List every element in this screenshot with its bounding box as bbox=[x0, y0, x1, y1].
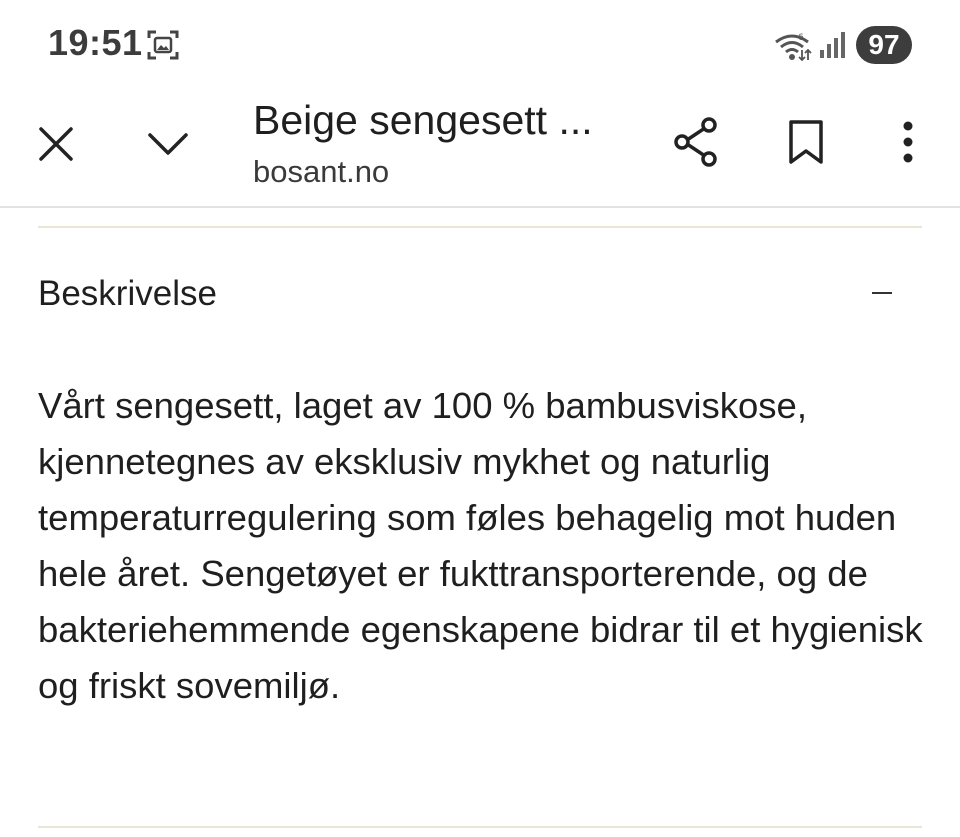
bookmark-icon bbox=[789, 120, 823, 164]
page-domain: bosant.no bbox=[253, 154, 390, 189]
close-icon bbox=[39, 127, 73, 161]
more-options-button[interactable] bbox=[886, 112, 930, 172]
minus-icon bbox=[872, 292, 892, 294]
custom-tab-toolbar: Beige sengesett ... bosant.no bbox=[0, 90, 960, 208]
divider bbox=[38, 226, 922, 228]
section-title: Beskrivelse bbox=[38, 274, 217, 313]
close-button[interactable] bbox=[28, 116, 84, 172]
divider bbox=[38, 826, 922, 828]
chevron-down-icon bbox=[148, 133, 188, 155]
bookmark-button[interactable] bbox=[778, 112, 834, 172]
page-title-area[interactable]: Beige sengesett ... bosant.no bbox=[253, 94, 633, 190]
page-title: Beige sengesett ... bbox=[253, 97, 593, 143]
wifi-icon: 6 bbox=[775, 33, 812, 62]
more-vert-icon bbox=[903, 121, 913, 163]
share-icon bbox=[674, 117, 717, 167]
minimize-button[interactable] bbox=[140, 116, 196, 172]
svg-text:6: 6 bbox=[798, 33, 804, 43]
signal-icon bbox=[820, 32, 845, 58]
status-bar: 19:51 6 97 bbox=[0, 0, 960, 90]
status-time: 19:51 bbox=[48, 22, 143, 63]
screenshot-icon bbox=[147, 30, 179, 60]
accordion-header[interactable]: Beskrivelse bbox=[38, 264, 922, 324]
battery-indicator: 97 bbox=[856, 26, 912, 64]
product-description: Vårt sengesett, laget av 100 % bambusvis… bbox=[38, 385, 923, 706]
share-button[interactable] bbox=[666, 112, 726, 172]
